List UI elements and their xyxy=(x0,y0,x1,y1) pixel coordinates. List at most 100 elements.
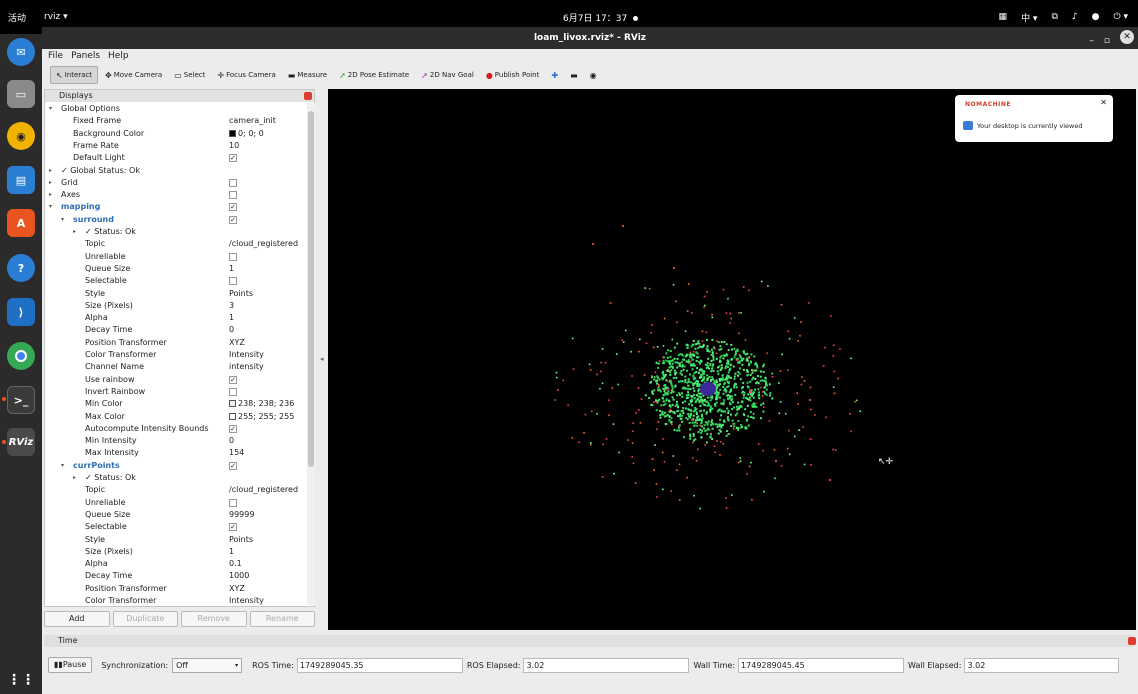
rhythmbox-icon[interactable]: ◉ xyxy=(7,122,35,150)
property-value[interactable]: Intensity xyxy=(229,349,264,361)
select-tool-button[interactable]: ▭ Select xyxy=(169,66,210,84)
display-property-row[interactable]: Min Color 238; 238; 236 xyxy=(45,398,307,410)
property-value[interactable]: 0 xyxy=(229,435,234,447)
display-property-row[interactable]: Unreliable xyxy=(45,251,307,263)
input-method-menu[interactable]: 中 ▾ xyxy=(1021,11,1037,24)
remove-display-button[interactable]: Remove xyxy=(181,611,247,627)
property-value[interactable]: Intensity xyxy=(229,595,264,605)
expand-down-icon[interactable]: ▾ xyxy=(49,103,52,115)
display-property-row[interactable]: Autocompute Intensity Bounds ✓ xyxy=(45,423,307,435)
property-value[interactable]: 1 xyxy=(229,312,234,324)
property-value[interactable]: 0; 0; 0 xyxy=(229,128,264,140)
property-value[interactable]: 0.1 xyxy=(229,558,242,570)
display-property-row[interactable]: Size (Pixels) 1 xyxy=(45,546,307,558)
display-property-row[interactable]: Alpha 1 xyxy=(45,312,307,324)
vscode-icon[interactable]: ⟩ xyxy=(7,298,35,326)
writer-icon[interactable]: ▤ xyxy=(7,166,35,194)
display-property-row[interactable]: Topic/cloud_registered xyxy=(45,238,307,250)
nav-goal-tool-button[interactable]: ➚ 2D Nav Goal xyxy=(416,66,479,84)
display-property-row[interactable]: Background Color 0; 0; 0 xyxy=(45,128,307,140)
checkbox[interactable]: ✓ xyxy=(229,523,237,532)
move-camera-tool-button[interactable]: ✥ Move Camera xyxy=(100,66,167,84)
panel-close-icon[interactable] xyxy=(304,92,312,100)
property-value[interactable]: 3 xyxy=(229,300,234,312)
display-property-row[interactable]: Invert Rainbow xyxy=(45,386,307,398)
menu-panels[interactable]: Panels xyxy=(71,49,100,63)
expand-right-icon[interactable]: ▸ xyxy=(49,177,52,189)
display-property-row[interactable]: Unreliable xyxy=(45,497,307,509)
tool-properties-button[interactable]: ◉ xyxy=(585,66,602,84)
menu-help[interactable]: Help xyxy=(108,49,129,63)
notification-close-icon[interactable]: ✕ xyxy=(1100,98,1107,107)
property-value[interactable]: 0 xyxy=(229,324,234,336)
checkbox[interactable] xyxy=(229,387,237,396)
checkbox[interactable]: ✓ xyxy=(229,215,237,224)
display-property-row[interactable]: Size (Pixels) 3 xyxy=(45,300,307,312)
property-value[interactable]: 10 xyxy=(229,140,239,152)
focus-camera-tool-button[interactable]: ✛ Focus Camera xyxy=(212,66,280,84)
expand-right-icon[interactable]: ▸ xyxy=(73,472,76,484)
help-icon[interactable]: ? xyxy=(7,254,35,282)
microphone-icon[interactable]: ● xyxy=(1092,12,1100,22)
checkbox[interactable] xyxy=(229,498,237,507)
display-property-row[interactable]: ▾ mapping ✓ xyxy=(45,201,307,213)
display-property-row[interactable]: Queue Size 1 xyxy=(45,263,307,275)
checkbox[interactable]: ✓ xyxy=(229,203,237,212)
expand-right-icon[interactable]: ▸ xyxy=(49,189,52,201)
collapse-left-icon[interactable]: ◂ xyxy=(320,355,324,363)
expand-down-icon[interactable]: ▾ xyxy=(61,214,64,226)
display-property-row[interactable]: Selectable ✓ xyxy=(45,521,307,533)
display-property-row[interactable]: ▸ ✓ Global Status: Ok xyxy=(45,165,307,177)
close-icon[interactable]: ✕ xyxy=(1120,30,1134,44)
display-property-row[interactable]: ▸ ✓ Status: Ok xyxy=(45,472,307,484)
display-property-row[interactable]: Alpha 0.1 xyxy=(45,558,307,570)
property-value[interactable]: 1000 xyxy=(229,570,249,582)
publish-point-tool-button[interactable]: ● Publish Point xyxy=(481,66,545,84)
screen-share-icon[interactable]: ▦ xyxy=(999,12,1008,22)
thunderbird-icon[interactable]: ✉ xyxy=(7,38,35,66)
measure-tool-button[interactable]: ▬ Measure xyxy=(283,66,332,84)
pose-estimate-tool-button[interactable]: ➚ 2D Pose Estimate xyxy=(334,66,414,84)
chrome-icon[interactable] xyxy=(7,342,35,370)
checkbox[interactable]: ✓ xyxy=(229,461,237,470)
expand-right-icon[interactable]: ▸ xyxy=(73,226,76,238)
display-property-row[interactable]: Max Color 255; 255; 255 xyxy=(45,411,307,423)
property-value[interactable]: 1 xyxy=(229,263,234,275)
display-property-row[interactable]: Decay Time 1000 xyxy=(45,570,307,582)
activities-button[interactable]: 活动 xyxy=(8,11,26,24)
checkbox[interactable]: ✓ xyxy=(229,424,237,433)
network-icon[interactable]: ⧉ xyxy=(1051,12,1057,22)
software-icon[interactable]: A xyxy=(7,209,35,237)
apps-grid-icon[interactable]: ⋮⋮ xyxy=(7,666,35,694)
display-property-row[interactable]: Color Transformer Intensity xyxy=(45,349,307,361)
terminal-icon[interactable]: >_ xyxy=(7,386,35,414)
expand-right-icon[interactable]: ▸ xyxy=(49,165,52,177)
property-value[interactable]: camera_init xyxy=(229,115,276,127)
sync-select[interactable]: Off ▾ xyxy=(172,657,243,673)
display-property-row[interactable]: Color Transformer Intensity xyxy=(45,595,307,605)
display-property-row[interactable]: Decay Time 0 xyxy=(45,324,307,336)
property-value[interactable]: 255; 255; 255 xyxy=(229,411,294,423)
property-value[interactable]: 238; 238; 236 xyxy=(229,398,294,410)
ros-time-field[interactable]: 1749289045.35 xyxy=(296,657,463,673)
render-viewport[interactable]: NOMACHINE ✕ Your desktop is currently vi… xyxy=(328,89,1136,630)
checkbox[interactable] xyxy=(229,252,237,261)
power-icon[interactable]: ⏻ ▾ xyxy=(1114,12,1129,22)
panel-close-icon[interactable] xyxy=(1128,637,1136,645)
checkbox[interactable]: ✓ xyxy=(229,375,237,384)
checkbox[interactable] xyxy=(229,191,237,200)
display-property-row[interactable]: Topic/cloud_registered xyxy=(45,484,307,496)
app-menu[interactable]: rviz ▾ xyxy=(44,12,68,22)
clock[interactable]: 6月7日 17：37 xyxy=(563,14,627,24)
expand-down-icon[interactable]: ▾ xyxy=(61,460,64,472)
ros-elapsed-field[interactable]: 3.02 xyxy=(523,657,690,673)
display-property-row[interactable]: Frame Rate 10 xyxy=(45,140,307,152)
remove-tool-button[interactable]: ▬ xyxy=(565,66,583,84)
display-property-row[interactable]: Selectable xyxy=(45,275,307,287)
display-property-row[interactable]: Style Points xyxy=(45,534,307,546)
scrollbar-thumb[interactable] xyxy=(308,111,314,467)
checkbox[interactable] xyxy=(229,277,237,286)
property-value[interactable]: Points xyxy=(229,288,253,300)
property-value[interactable]: intensity xyxy=(229,361,264,373)
pause-button[interactable]: ▮▮Pause xyxy=(48,657,93,673)
